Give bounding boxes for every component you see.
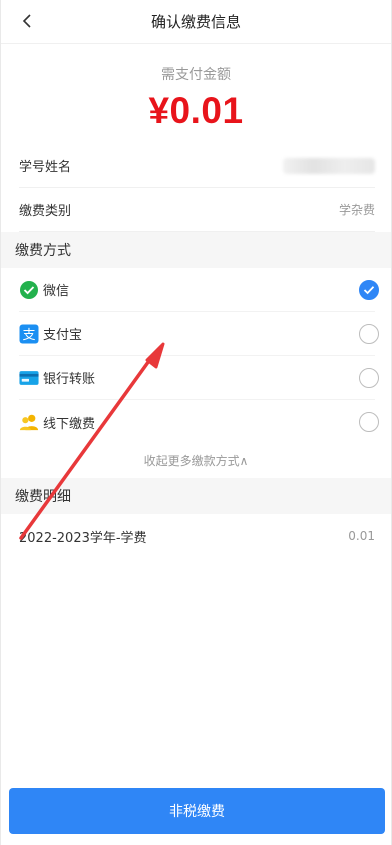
pay-button[interactable]: 非税缴费	[9, 788, 385, 834]
fee-type-value: 学杂费	[338, 203, 375, 217]
pay-method-label: 线下缴费	[43, 416, 96, 432]
pay-method-label: 银行转账	[43, 372, 96, 387]
back-button[interactable]	[15, 9, 39, 33]
detail-item: 2022-2023学年-学费 0.01	[19, 518, 375, 554]
fee-type-label: 缴费类别	[19, 204, 72, 219]
details-section-header: 缴费明细	[1, 478, 391, 514]
person-icon	[19, 412, 39, 432]
pay-method-label: 支付宝	[43, 328, 83, 343]
amount-value: ¥0.01	[148, 90, 244, 131]
bank-card-icon	[19, 368, 39, 388]
amount-label: 需支付金额	[161, 67, 231, 83]
wechat-icon	[19, 280, 39, 300]
pay-method-wechat[interactable]: 微信	[19, 268, 379, 312]
header-bar: 确认缴费信息	[1, 0, 391, 44]
student-label: 学号姓名	[19, 160, 72, 175]
fee-type-row: 缴费类别 学杂费	[19, 188, 375, 232]
alipay-icon: 支	[19, 324, 39, 344]
student-value-redacted	[283, 157, 375, 174]
radio-unchecked-icon[interactable]	[359, 323, 379, 344]
radio-unchecked-icon[interactable]	[359, 412, 379, 432]
page-title: 确认缴费信息	[150, 13, 241, 31]
pay-method-alipay[interactable]: 支 支付宝	[19, 312, 379, 356]
page: 确认缴费信息 需支付金额 ¥0.01 学号姓名 缴费类别 学杂费 缴费方式 微信…	[0, 0, 392, 845]
radio-checked-icon[interactable]	[359, 279, 379, 300]
pay-method-label: 微信	[43, 284, 70, 299]
detail-item-name: 2022-2023学年-学费	[19, 530, 147, 546]
student-row: 学号姓名	[19, 144, 375, 188]
detail-item-amount: 0.01	[348, 529, 375, 543]
pay-method-offline[interactable]: 线下缴费	[19, 400, 379, 444]
payment-section-header: 缴费方式	[1, 232, 391, 268]
pay-method-bank[interactable]: 银行转账	[19, 356, 379, 400]
collapse-more-methods-link[interactable]: 收起更多缴款方式∧	[1, 452, 391, 472]
chevron-left-icon	[22, 14, 31, 28]
radio-unchecked-icon[interactable]	[359, 367, 379, 388]
svg-text:支: 支	[22, 328, 35, 343]
